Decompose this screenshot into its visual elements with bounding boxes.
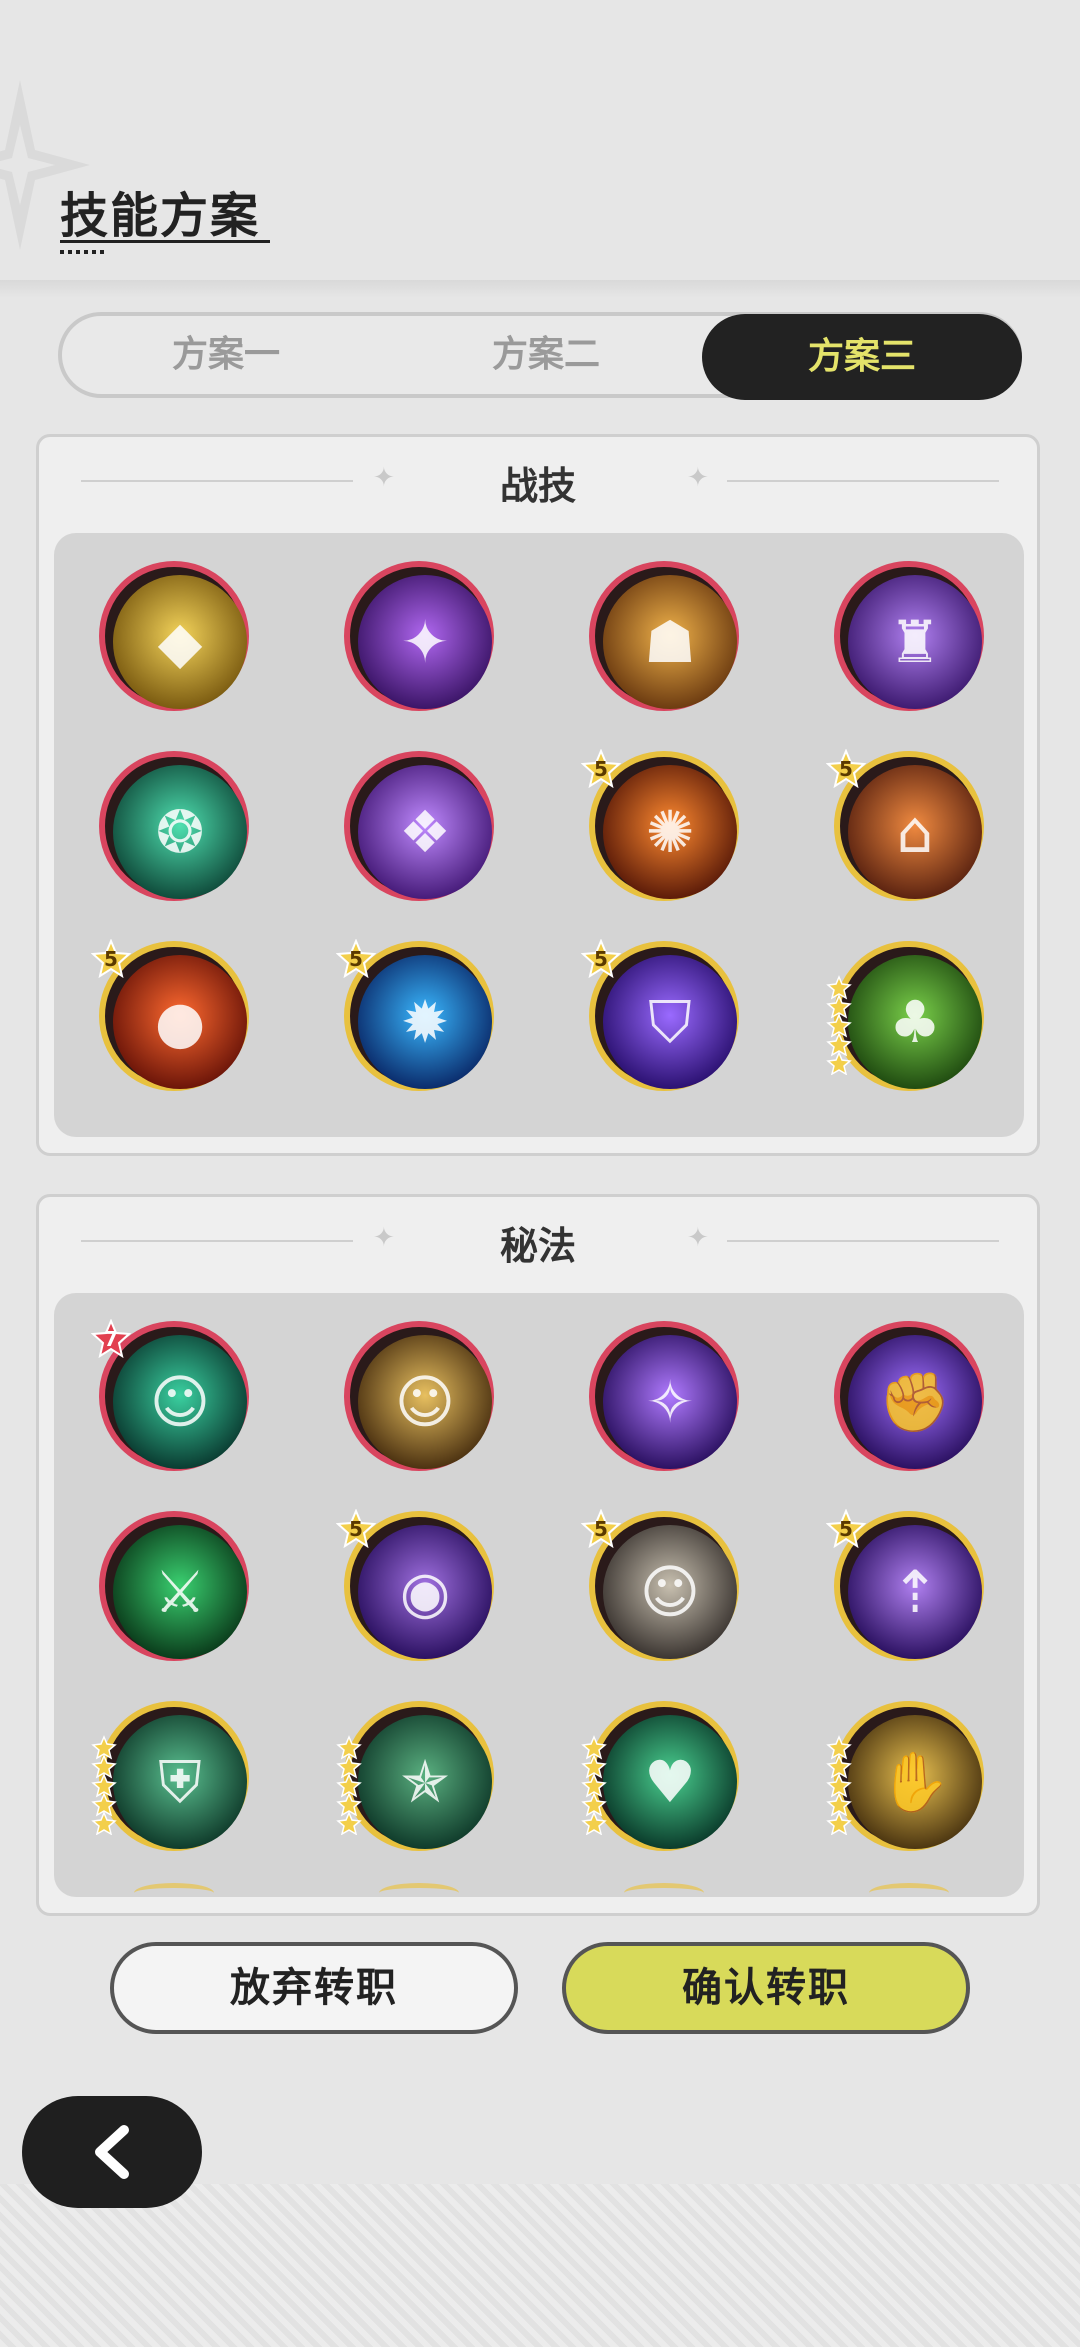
title-underline — [60, 240, 270, 243]
combat-skill-slot[interactable]: ◆ — [99, 561, 249, 711]
confirm-job-change-button[interactable]: 确认转职 — [562, 1942, 970, 2034]
partial-skill-slot — [869, 1883, 949, 1897]
five-star-rank-icon — [826, 1735, 852, 1835]
partial-skill-slot — [624, 1883, 704, 1897]
combat-panel-header: ✦ 战技 ✦ — [39, 437, 1037, 527]
tab-plan-2[interactable]: 方案二 — [396, 316, 696, 394]
tree-stump-icon: ♣ — [889, 988, 941, 1056]
sparkle-icon: ✦ — [687, 463, 709, 493]
purple-orb-star-icon: ✧ — [645, 1368, 695, 1436]
arcane-skill-slot[interactable]: ✧ — [589, 1321, 739, 1471]
combat-skill-slot[interactable]: ● 5 — [91, 939, 249, 1091]
sparkle-icon: ✦ — [687, 1223, 709, 1253]
five-star-rank-icon — [336, 1735, 362, 1835]
level-badge-text: 5 — [349, 947, 363, 971]
purple-rune-flame-icon: ❖ — [399, 798, 451, 866]
combat-section-title: 战技 — [499, 464, 576, 508]
level-badge-text: 5 — [839, 1517, 853, 1541]
green-wind-spirit-icon: ❂ — [155, 798, 205, 866]
purple-star-burst-icon: ✦ — [400, 608, 450, 676]
level-badge-text: 5 — [349, 1517, 363, 1541]
purple-arm-strike-icon: ✊ — [878, 1367, 952, 1436]
green-sword-rune-icon: ⚔ — [154, 1558, 206, 1626]
partial-skill-slot — [379, 1883, 459, 1897]
combat-skill-slot[interactable]: ⛉ 5 — [581, 939, 739, 1091]
combat-skill-slot[interactable]: ✦ — [344, 561, 494, 711]
tab-plan-3[interactable]: 方案三 — [702, 314, 1022, 400]
five-star-rank-icon — [826, 975, 852, 1075]
level-badge-text: 5 — [594, 757, 608, 781]
arcane-skill-slot[interactable]: ⚔ — [99, 1511, 249, 1661]
combat-skill-slot[interactable]: ☗ — [589, 561, 739, 711]
page-title: 技能方案 — [60, 188, 261, 244]
purple-guardian-icon: ♜ — [889, 608, 941, 676]
combat-skill-slot[interactable]: ⌂ 5 — [826, 749, 984, 901]
chevron-left-icon — [95, 2125, 129, 2179]
combat-skills-panel: ✦ 战技 ✦ ◆ ✦ ☗ ♜ ❂ ❖ ✺ 5 ⌂ 5 ● 5 ✹ 5 ⛉ 5 ♣ — [36, 434, 1040, 1156]
arcane-skills-panel: ✦ 秘法 ✦ ☺ 7 ☺ ✧ ✊ ⚔ ◉ 5 ☺ 5 ⇡ 5 ⛨ ✯ ♥ ✋ — [36, 1194, 1040, 1916]
arcane-skill-slot[interactable]: ✊ — [834, 1321, 984, 1471]
arcane-skill-slot[interactable]: ✯ — [336, 1701, 494, 1851]
five-star-rank-icon — [91, 1735, 117, 1835]
purple-shield-icon: ⛉ — [648, 987, 692, 1056]
combat-skill-slot[interactable]: ❂ — [99, 751, 249, 901]
abandon-job-change-button[interactable]: 放弃转职 — [110, 1942, 518, 2034]
arcane-skill-slot[interactable]: ☺ 5 — [581, 1509, 739, 1661]
level-badge-text: 5 — [104, 947, 118, 971]
arcane-skill-slot[interactable]: ✋ — [826, 1701, 984, 1851]
title-dots — [60, 250, 106, 254]
golden-hand-icon: ✋ — [878, 1747, 952, 1816]
level-badge-text: 7 — [104, 1327, 118, 1351]
fireball-icon: ● — [154, 988, 206, 1056]
combat-skill-slot[interactable]: ✹ 5 — [336, 939, 494, 1091]
gray-figure-icon: ☺ — [639, 1558, 701, 1626]
partial-skill-slot — [134, 1883, 214, 1897]
level-badge-text: 5 — [594, 1517, 608, 1541]
level-badge-text: 5 — [839, 757, 853, 781]
arcane-skill-slot[interactable]: ♥ — [581, 1701, 739, 1851]
tab-plan-1[interactable]: 方案一 — [76, 316, 376, 394]
golden-figure-icon: ☺ — [394, 1368, 456, 1436]
stone-golem-icon: ☗ — [644, 608, 696, 676]
combat-skill-slot[interactable]: ❖ — [344, 751, 494, 901]
plan-tabs: 方案一 方案二 方案三 — [58, 312, 1022, 400]
level-badge-text: 5 — [594, 947, 608, 971]
combat-skill-slot[interactable]: ✺ 5 — [581, 749, 739, 901]
combat-skill-grid: ◆ ✦ ☗ ♜ ❂ ❖ ✺ 5 ⌂ 5 ● 5 ✹ 5 ⛉ 5 ♣ — [54, 533, 1024, 1137]
green-shield-icon: ⛨ — [158, 1747, 202, 1816]
header-divider — [0, 280, 1080, 298]
arcane-panel-header: ✦ 秘法 ✦ — [39, 1197, 1037, 1287]
purple-figure-arrows-icon: ⇡ — [890, 1558, 940, 1626]
arcane-skill-slot[interactable]: ⛨ — [91, 1701, 249, 1851]
blue-flame-icon: ✹ — [400, 988, 450, 1056]
green-figure-aura-icon: ☺ — [149, 1368, 211, 1436]
fire-swirl-icon: ✺ — [645, 798, 695, 866]
green-heart-icon: ♥ — [644, 1748, 696, 1816]
arcane-skill-slot[interactable]: ☺ 7 — [91, 1319, 249, 1471]
back-button[interactable] — [22, 2096, 202, 2208]
combat-skill-slot[interactable]: ♜ — [834, 561, 984, 711]
winged-star-icon: ✯ — [400, 1748, 450, 1816]
arcane-skill-grid[interactable]: ☺ 7 ☺ ✧ ✊ ⚔ ◉ 5 ☺ 5 ⇡ 5 ⛨ ✯ ♥ ✋ — [54, 1293, 1024, 1897]
arcane-section-title: 秘法 — [499, 1224, 576, 1268]
combat-skill-slot[interactable]: ♣ — [826, 941, 984, 1091]
five-star-rank-icon — [581, 1735, 607, 1835]
arcane-skill-slot[interactable]: ☺ — [344, 1321, 494, 1471]
orange-house-shield-icon: ⌂ — [896, 798, 934, 866]
arcane-skill-slot[interactable]: ⇡ 5 — [826, 1509, 984, 1661]
arcane-skill-slot[interactable]: ◉ 5 — [336, 1509, 494, 1661]
golden-crystal-icon: ◆ — [157, 608, 203, 676]
purple-eye-figure-icon: ◉ — [399, 1558, 451, 1626]
